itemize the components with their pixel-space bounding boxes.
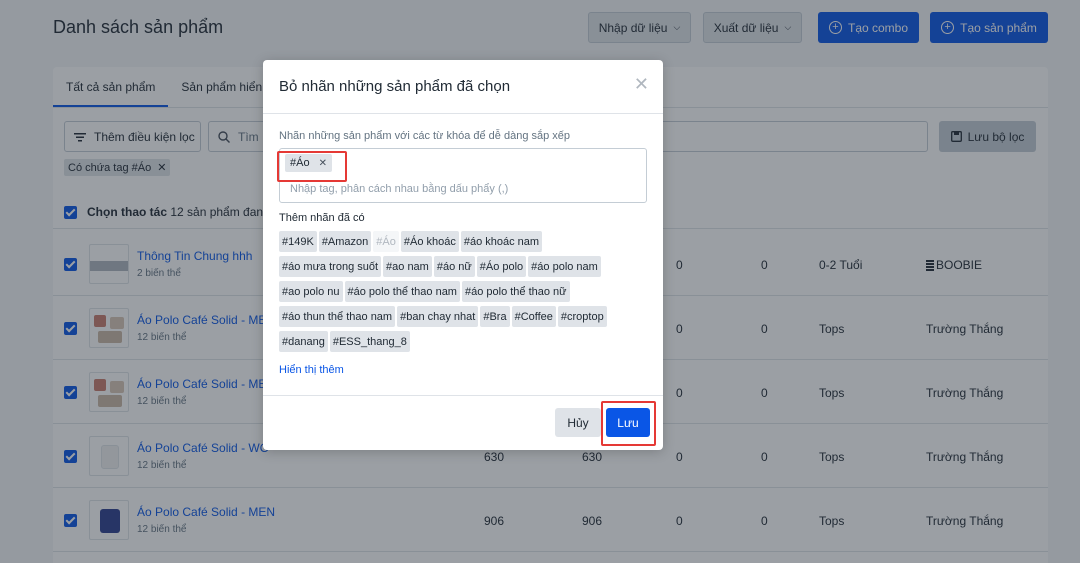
- tag-option[interactable]: #danang: [279, 331, 328, 352]
- tag-option[interactable]: #áo khoác nam: [460, 231, 543, 252]
- remove-tags-modal: Bỏ nhãn những sản phẩm đã chọn ✕ Nhãn nh…: [263, 60, 663, 450]
- tag-option[interactable]: #croptop: [557, 306, 607, 327]
- tag-option[interactable]: #ESS_thang_8: [329, 331, 410, 352]
- tag-option[interactable]: #ban chay nhat: [397, 306, 479, 327]
- modal-description: Nhãn những sản phẩm với các từ khóa để d…: [279, 130, 571, 142]
- tag-option[interactable]: #Áo polo: [476, 256, 527, 277]
- tag-option[interactable]: #áo mưa trong suốt: [279, 256, 382, 277]
- highlight-box: [277, 151, 347, 182]
- divider: [263, 113, 663, 114]
- tag-option[interactable]: #áo thun thể thao nam: [279, 306, 396, 327]
- show-more-link[interactable]: Hiển thị thêm: [279, 364, 344, 376]
- modal-title: Bỏ nhãn những sản phẩm đã chọn: [279, 78, 511, 95]
- existing-tags-label: Thêm nhãn đã có: [279, 212, 365, 224]
- existing-tags-list: #149K #Amazon #Áo #Áo khoác #áo khoác na…: [279, 231, 649, 356]
- tag-option[interactable]: #Bra: [480, 306, 510, 327]
- tag-option[interactable]: #áo polo nam: [528, 256, 601, 277]
- tag-option[interactable]: #Coffee: [511, 306, 556, 327]
- divider: [263, 395, 663, 396]
- tag-option[interactable]: #Amazon: [318, 231, 372, 252]
- tag-input-placeholder: Nhập tag, phân cách nhau bằng dấu phẩy (…: [290, 183, 509, 195]
- tag-option[interactable]: #Áo khoác: [400, 231, 459, 252]
- tag-option[interactable]: #ao polo nu: [279, 281, 343, 302]
- close-icon[interactable]: ✕: [634, 74, 649, 95]
- tag-option[interactable]: #áo polo thể thao nam: [344, 281, 460, 302]
- tag-option[interactable]: #ao nam: [383, 256, 432, 277]
- tag-option[interactable]: #áo nữ: [433, 256, 475, 277]
- highlight-box: [601, 401, 656, 446]
- tag-option[interactable]: #áo polo thể thao nữ: [461, 281, 570, 302]
- cancel-button[interactable]: Hủy: [555, 408, 601, 437]
- tag-option[interactable]: #149K: [279, 231, 317, 252]
- tag-option-disabled: #Áo: [373, 231, 399, 252]
